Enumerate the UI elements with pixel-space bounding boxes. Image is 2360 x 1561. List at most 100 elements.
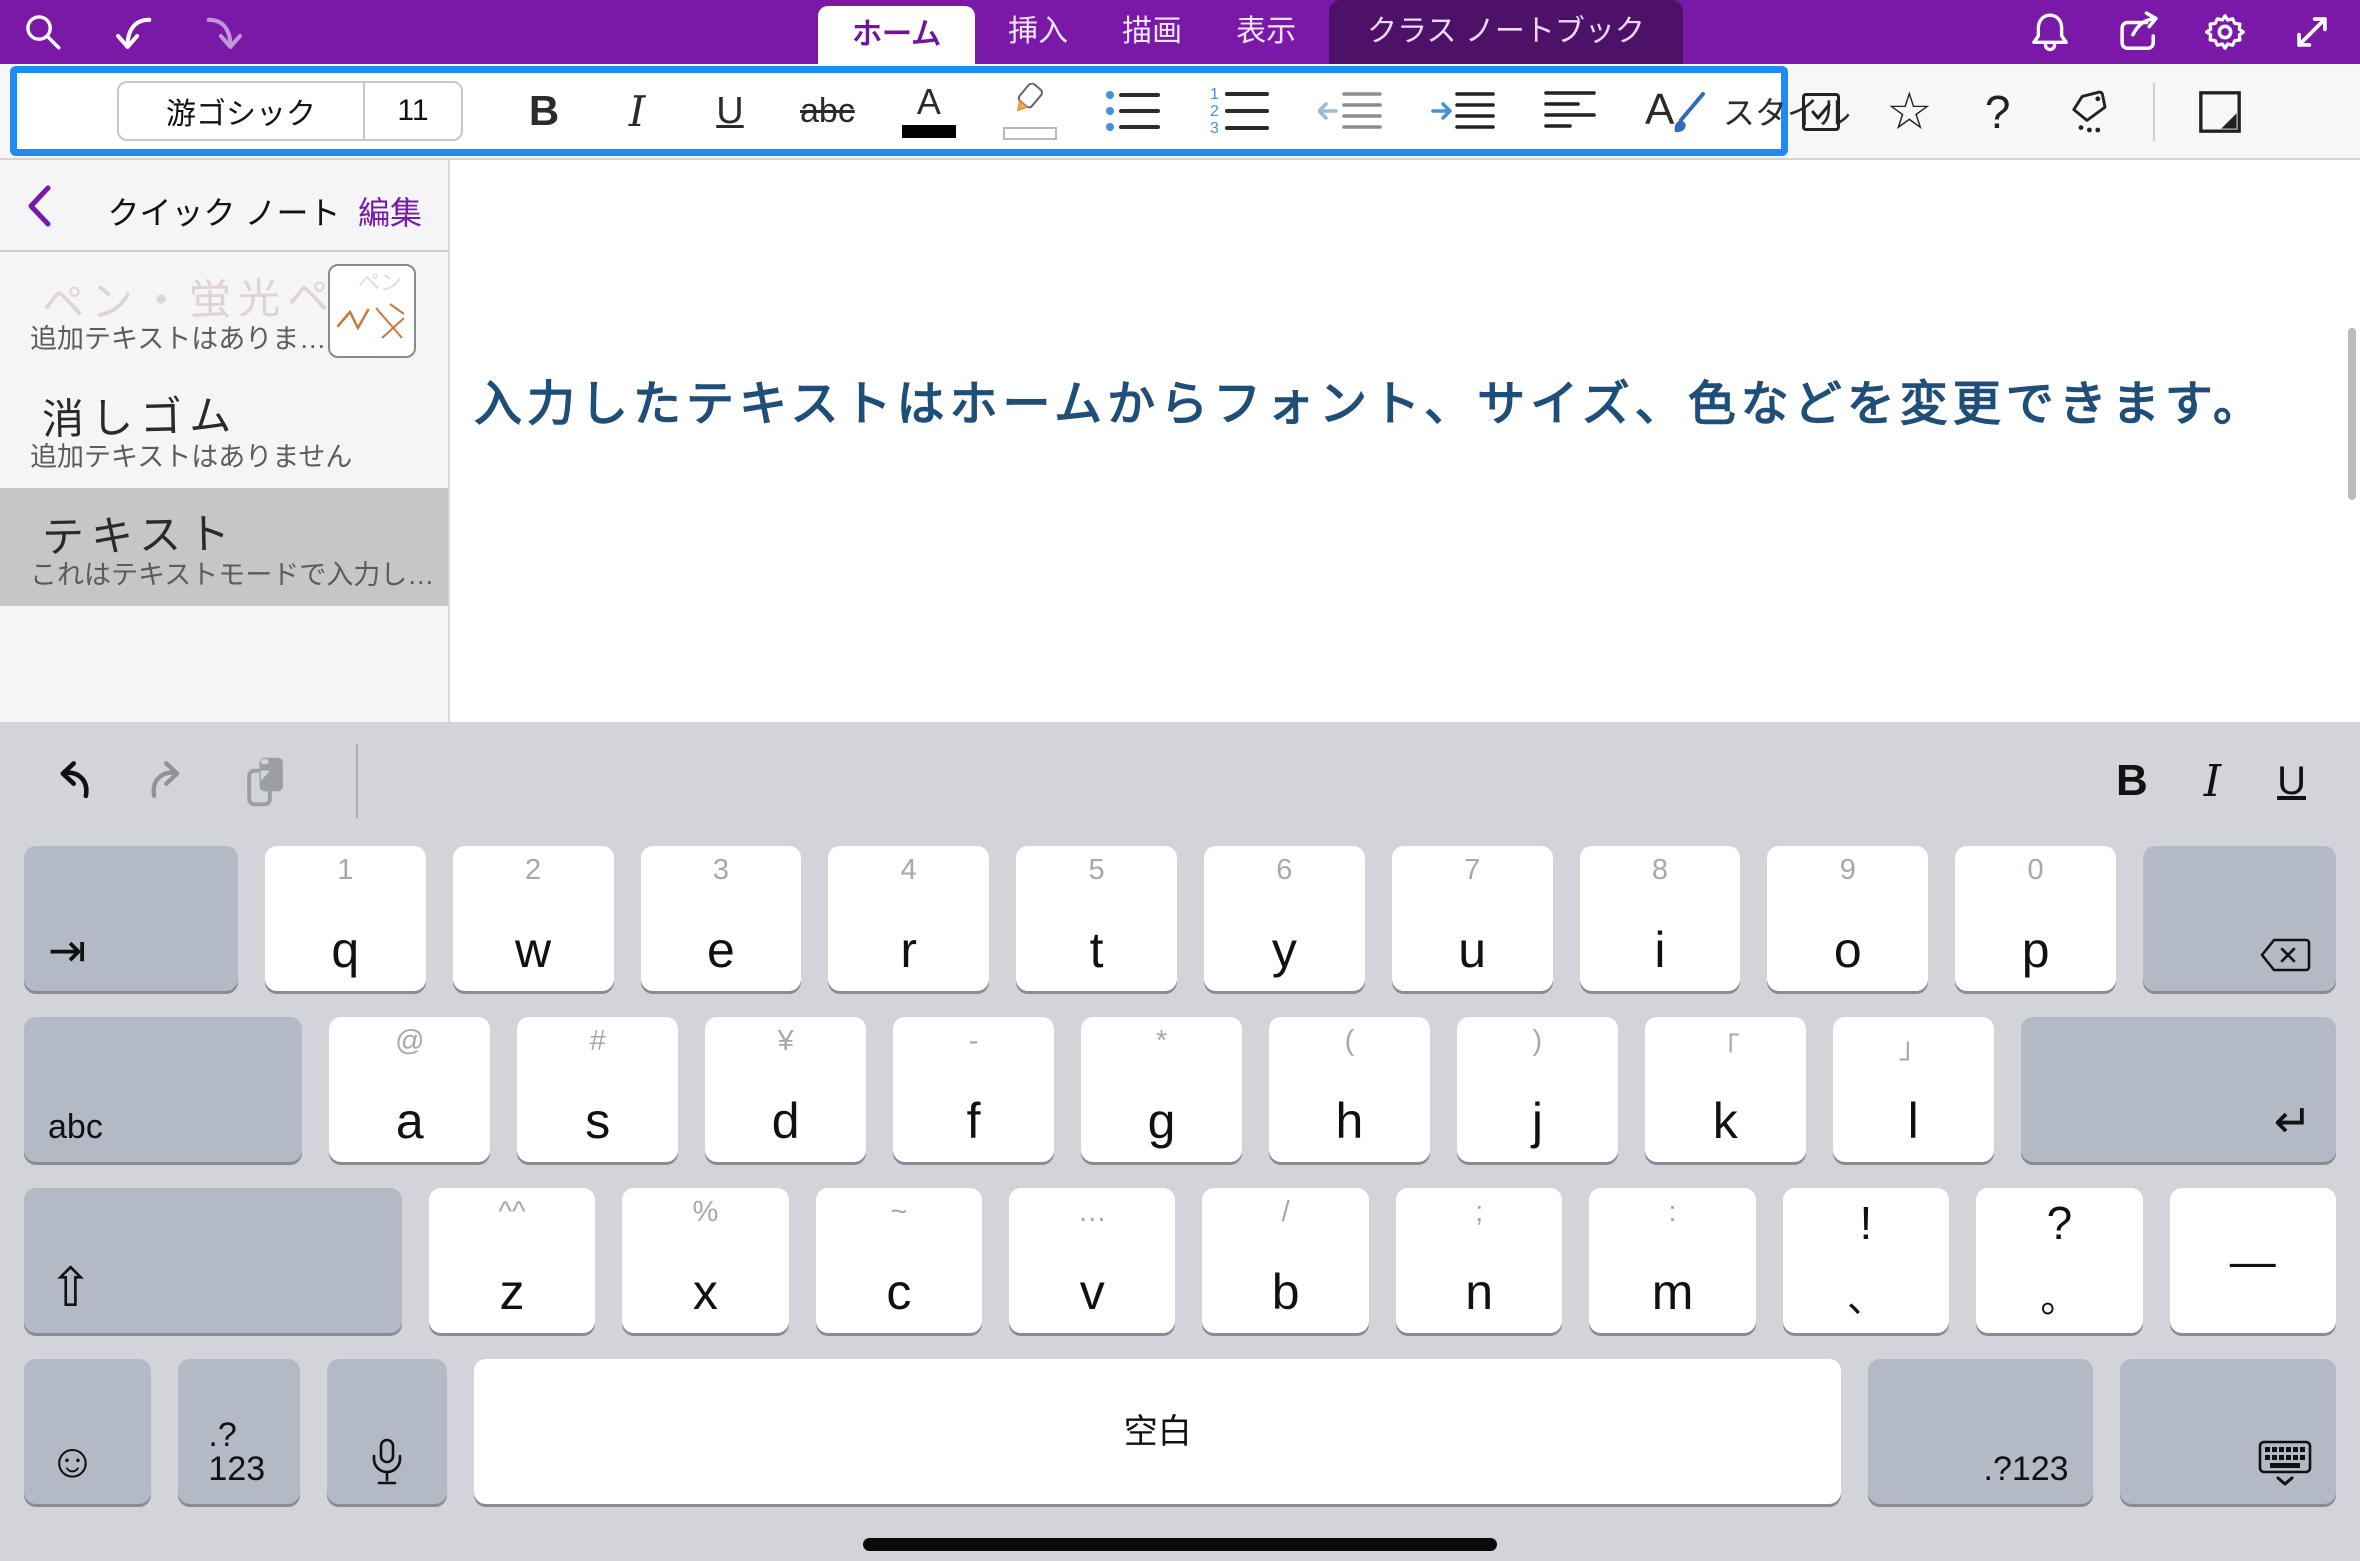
key-exclamation[interactable]: !、 [1783, 1188, 1949, 1333]
font-name-selector[interactable]: 游ゴシック [119, 89, 363, 133]
svg-text:ペン: ペン [358, 270, 402, 295]
key-space[interactable]: 空白 [474, 1359, 1841, 1504]
search-icon[interactable] [22, 11, 64, 53]
key-label: o [1767, 925, 1928, 975]
page-list-item[interactable]: ペン・蛍光ペン追加テキストはありま…ペン [0, 252, 448, 370]
redo-icon[interactable] [202, 9, 248, 55]
key-sublabel: # [517, 1025, 678, 1058]
tab-class-notebook[interactable]: クラス ノートブック [1329, 0, 1683, 64]
key-v[interactable]: …v [1009, 1188, 1175, 1333]
tab-view[interactable]: 表示 [1209, 0, 1323, 64]
key-m[interactable]: :m [1589, 1188, 1755, 1333]
key-backspace[interactable] [2143, 846, 2336, 991]
strikethrough-button[interactable]: abc [800, 92, 855, 131]
sticky-note-button[interactable] [2197, 89, 2243, 135]
home-indicator[interactable] [863, 1538, 1497, 1551]
key-label: abc [48, 1110, 103, 1144]
key-w[interactable]: 2w [453, 846, 614, 991]
key-n[interactable]: ;n [1396, 1188, 1562, 1333]
key-sublabel: % [622, 1196, 788, 1229]
key-q[interactable]: 1q [265, 846, 426, 991]
numbered-list-icon: 123 [1209, 85, 1271, 137]
underline-button[interactable]: U [2277, 759, 2306, 804]
settings-icon[interactable] [2202, 9, 2248, 55]
key-j[interactable]: )j [1457, 1017, 1618, 1162]
key-sublabel: * [1081, 1025, 1242, 1058]
key-shift[interactable]: ⇧ [24, 1188, 402, 1333]
key-t[interactable]: 5t [1016, 846, 1177, 991]
edit-button[interactable]: 編集 [358, 188, 422, 234]
key-d[interactable]: ¥d [705, 1017, 866, 1162]
key-s[interactable]: #s [517, 1017, 678, 1162]
key-tab[interactable]: ⇥ [24, 846, 238, 991]
key-u[interactable]: 7u [1392, 846, 1553, 991]
indent-button[interactable] [1431, 88, 1497, 134]
key-i[interactable]: 8i [1580, 846, 1741, 991]
paste-icon[interactable] [244, 755, 288, 807]
key-l[interactable]: 」l [1833, 1017, 1994, 1162]
bold-button[interactable]: B [2116, 756, 2148, 806]
key-k[interactable]: 「k [1645, 1017, 1806, 1162]
key-label: p [1955, 925, 2116, 975]
svg-text:2: 2 [1210, 103, 1219, 120]
fullscreen-icon[interactable] [2290, 10, 2334, 54]
undo-icon[interactable] [110, 9, 156, 55]
note-canvas[interactable]: 入力したテキストはホームからフォント、サイズ、色などを変更できます。 [450, 160, 2360, 722]
key-b[interactable]: /b [1202, 1188, 1368, 1333]
bold-button[interactable]: B [521, 87, 567, 135]
redo-icon[interactable] [146, 758, 192, 804]
key-a[interactable]: @a [329, 1017, 490, 1162]
key-g[interactable]: *g [1081, 1017, 1242, 1162]
share-icon[interactable] [2114, 9, 2160, 55]
key-abc[interactable]: abc [24, 1017, 302, 1162]
outdent-button[interactable] [1318, 88, 1384, 134]
key-numbers-right[interactable]: .?123 [1868, 1359, 2093, 1504]
undo-icon[interactable] [48, 758, 94, 804]
underline-button[interactable]: U [707, 90, 753, 133]
font-size-selector[interactable]: 11 [365, 94, 461, 128]
page-list-item[interactable]: テキストこれはテキストモードで入力し… [0, 488, 448, 606]
key-h[interactable]: (h [1269, 1017, 1430, 1162]
italic-button[interactable]: I [614, 87, 660, 136]
page-list-item[interactable]: 消しゴム追加テキストはありません [0, 370, 448, 488]
tab-home[interactable]: ホーム [818, 6, 975, 64]
page-thumbnail: ペン [328, 264, 416, 358]
key-sublabel: ) [1457, 1025, 1618, 1058]
key-c[interactable]: ~c [816, 1188, 982, 1333]
tab-insert[interactable]: 挿入 [981, 0, 1095, 64]
key-numbers-left[interactable]: .?123 [178, 1359, 300, 1504]
italic-button[interactable]: I [2204, 756, 2221, 807]
todo-tag-button[interactable] [1798, 93, 1844, 131]
key-question[interactable]: ?。 [1976, 1188, 2142, 1333]
key-mic[interactable] [327, 1359, 447, 1504]
notifications-icon[interactable] [2028, 10, 2072, 54]
vertical-scrollbar[interactable] [2348, 328, 2356, 500]
key-sublabel: 2 [453, 854, 614, 887]
key-label: g [1081, 1096, 1242, 1146]
key-return[interactable]: ↵ [2021, 1017, 2336, 1162]
key-dash[interactable]: — [2170, 1188, 2336, 1333]
key-dismiss[interactable] [2120, 1359, 2336, 1504]
key-o[interactable]: 9o [1767, 846, 1928, 991]
numbered-list-button[interactable]: 123 [1209, 85, 1271, 137]
key-z[interactable]: ^^z [429, 1188, 595, 1333]
key-f[interactable]: -f [893, 1017, 1054, 1162]
key-y[interactable]: 6y [1204, 846, 1365, 991]
highlight-button[interactable] [1003, 83, 1057, 140]
tags-button[interactable] [2063, 88, 2111, 136]
align-button[interactable] [1544, 89, 1598, 133]
indent-icon [1431, 88, 1497, 134]
key-emoji[interactable]: ☺ [24, 1359, 151, 1504]
tab-draw[interactable]: 描画 [1095, 0, 1209, 64]
key-x[interactable]: %x [622, 1188, 788, 1333]
question-tag-button[interactable]: ? [1975, 85, 2021, 139]
key-p[interactable]: 0p [1955, 846, 2116, 991]
font-color-button[interactable]: A [902, 84, 956, 138]
question-icon: ? [1985, 85, 2011, 139]
key-e[interactable]: 3e [641, 846, 802, 991]
key-r[interactable]: 4r [828, 846, 989, 991]
important-tag-button[interactable]: ☆ [1886, 86, 1933, 138]
key-label: l [1833, 1096, 1994, 1146]
page-list-sidebar: クイック ノート 編集 ペン・蛍光ペン追加テキストはありま…ペン消しゴム追加テキ… [0, 160, 450, 722]
bullet-list-button[interactable] [1104, 87, 1162, 135]
